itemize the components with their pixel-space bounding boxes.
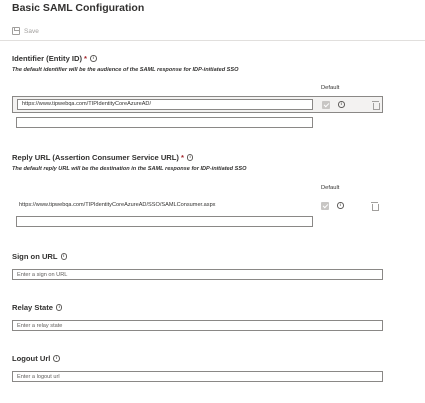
delete-icon[interactable]: [371, 201, 379, 211]
info-icon[interactable]: i: [55, 304, 63, 311]
info-icon[interactable]: i: [53, 355, 60, 362]
sign-on-url-label: Sign on URL i: [12, 252, 68, 261]
identifier-new-input[interactable]: [16, 117, 313, 128]
save-icon: [12, 27, 20, 35]
reply-url-label-text: Reply URL (Assertion Consumer Service UR…: [12, 153, 179, 162]
logout-url-input[interactable]: [12, 371, 383, 382]
identifier-label-text: Identifier (Entity ID): [12, 54, 83, 63]
identifier-default-header: Default: [321, 85, 340, 91]
sign-on-url-input[interactable]: [12, 269, 383, 280]
info-icon[interactable]: i: [186, 154, 194, 161]
reply-url-description: The default reply URL will be the destin…: [12, 166, 247, 172]
reply-url-row[interactable]: https://www.tipwebqa.com/TIPIdentityCore…: [12, 198, 383, 215]
identifier-label: Identifier (Entity ID) * i: [12, 54, 97, 63]
delete-icon[interactable]: [372, 100, 380, 110]
reply-url-value[interactable]: https://www.tipwebqa.com/TIPIdentityCore…: [19, 201, 215, 210]
reply-url-new-input[interactable]: [16, 216, 313, 227]
default-checkbox[interactable]: [322, 101, 330, 109]
identifier-row[interactable]: https://www.tipwebqa.com/TIPIdentityCore…: [12, 96, 383, 113]
sign-on-url-label-text: Sign on URL: [12, 252, 58, 261]
reply-url-label: Reply URL (Assertion Consumer Service UR…: [12, 153, 194, 162]
info-icon[interactable]: i: [60, 253, 68, 260]
row-info-icon[interactable]: i: [338, 101, 345, 108]
logout-url-label-text: Logout Url: [12, 354, 51, 363]
relay-state-label: Relay State i: [12, 303, 63, 312]
relay-state-label-text: Relay State: [12, 303, 53, 312]
identifier-description: The default identifier will be the audie…: [12, 67, 239, 73]
reply-url-default-header: Default: [321, 185, 340, 191]
page-title: Basic SAML Configuration: [12, 2, 145, 14]
row-info-icon[interactable]: i: [337, 202, 344, 209]
save-label: Save: [24, 27, 39, 35]
required-marker: *: [84, 54, 87, 63]
logout-url-label: Logout Url i: [12, 354, 60, 363]
required-marker: *: [180, 153, 184, 162]
relay-state-input[interactable]: [12, 320, 383, 331]
default-checkbox[interactable]: [321, 202, 329, 210]
save-button[interactable]: Save: [12, 27, 39, 35]
info-icon[interactable]: i: [90, 55, 97, 62]
toolbar-divider: [0, 40, 425, 41]
identifier-url-input[interactable]: https://www.tipwebqa.com/TIPIdentityCore…: [17, 99, 313, 110]
